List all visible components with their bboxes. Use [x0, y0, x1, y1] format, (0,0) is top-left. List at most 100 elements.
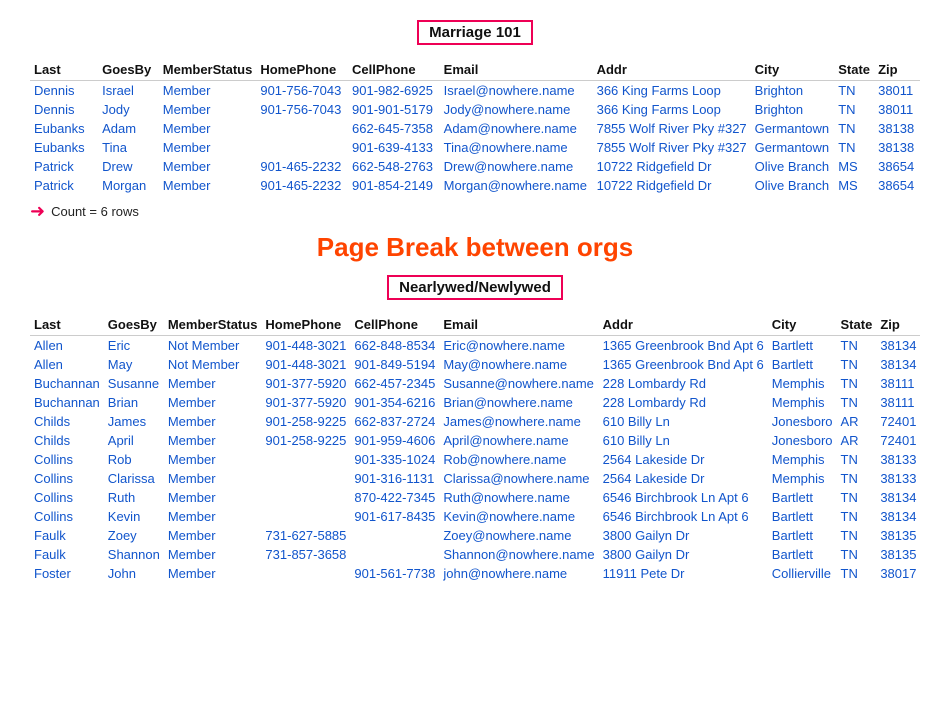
- table-row: CollinsClarissaMember901-316-1131Clariss…: [30, 469, 920, 488]
- table-cell: Jody: [98, 100, 159, 119]
- table-cell: 901-258-9225: [261, 431, 350, 450]
- table-row: FaulkZoeyMember731-627-5885Zoey@nowhere.…: [30, 526, 920, 545]
- table-cell: 38111: [876, 393, 920, 412]
- table-cell: Memphis: [768, 450, 837, 469]
- table-cell: Collins: [30, 488, 104, 507]
- table-cell: May: [104, 355, 164, 374]
- table-cell: 901-377-5920: [261, 374, 350, 393]
- table-cell: 38017: [876, 564, 920, 583]
- table-cell: TN: [837, 374, 877, 393]
- table-cell: 10722 Ridgefield Dr: [593, 157, 751, 176]
- table-cell: TN: [837, 526, 877, 545]
- table-cell: 38134: [876, 488, 920, 507]
- table-cell: Member: [164, 450, 262, 469]
- col-email-2: Email: [439, 314, 598, 336]
- table-cell: Morgan@nowhere.name: [440, 176, 593, 195]
- table-cell: Faulk: [30, 526, 104, 545]
- table-cell: [256, 138, 348, 157]
- col-homephone-1: HomePhone: [256, 59, 348, 81]
- table-cell: Ruth: [104, 488, 164, 507]
- table-cell: Kevin@nowhere.name: [439, 507, 598, 526]
- table-cell: Clarissa: [104, 469, 164, 488]
- table-cell: Member: [164, 393, 262, 412]
- table-cell: 901-448-3021: [261, 336, 350, 356]
- table-cell: Member: [164, 374, 262, 393]
- table-cell: 662-645-7358: [348, 119, 440, 138]
- table-cell: April: [104, 431, 164, 450]
- table-row: DennisIsraelMember901-756-7043901-982-69…: [30, 81, 920, 101]
- table-cell: 901-316-1131: [350, 469, 439, 488]
- table-cell: Memphis: [768, 469, 837, 488]
- table-cell: TN: [837, 564, 877, 583]
- table-cell: 10722 Ridgefield Dr: [593, 176, 751, 195]
- table-cell: Buchannan: [30, 374, 104, 393]
- table-cell: TN: [837, 450, 877, 469]
- table-cell: 7855 Wolf River Pky #327: [593, 138, 751, 157]
- table-cell: Israel@nowhere.name: [440, 81, 593, 101]
- table-cell: Member: [164, 431, 262, 450]
- table-cell: TN: [837, 545, 877, 564]
- col-goesby-2: GoesBy: [104, 314, 164, 336]
- table-cell: Bartlett: [768, 336, 837, 356]
- table-cell: 11911 Pete Dr: [599, 564, 768, 583]
- table-cell: TN: [837, 488, 877, 507]
- table-cell: TN: [837, 336, 877, 356]
- table-cell: TN: [834, 81, 874, 101]
- table-cell: Not Member: [164, 336, 262, 356]
- table-cell: 901-561-7738: [350, 564, 439, 583]
- table-cell: 6546 Birchbrook Ln Apt 6: [599, 507, 768, 526]
- table-cell: Collins: [30, 469, 104, 488]
- table-cell: 901-448-3021: [261, 355, 350, 374]
- table-cell: Brian: [104, 393, 164, 412]
- table-cell: Member: [164, 488, 262, 507]
- table-cell: Brian@nowhere.name: [439, 393, 598, 412]
- table-cell: Member: [159, 176, 257, 195]
- table-cell: 72401: [876, 431, 920, 450]
- section2-header-row: Last GoesBy MemberStatus HomePhone CellP…: [30, 314, 920, 336]
- table-cell: 610 Billy Ln: [599, 412, 768, 431]
- table-cell: Member: [164, 469, 262, 488]
- table-cell: 610 Billy Ln: [599, 431, 768, 450]
- table-cell: TN: [837, 507, 877, 526]
- table-cell: AR: [837, 412, 877, 431]
- section1-table: Last GoesBy MemberStatus HomePhone CellP…: [30, 59, 920, 195]
- table-row: BuchannanBrianMember901-377-5920901-354-…: [30, 393, 920, 412]
- table-row: PatrickDrewMember901-465-2232662-548-276…: [30, 157, 920, 176]
- table-cell: 901-335-1024: [350, 450, 439, 469]
- table-cell: Susanne@nowhere.name: [439, 374, 598, 393]
- table-cell: Member: [164, 545, 262, 564]
- table-cell: James: [104, 412, 164, 431]
- table-row: CollinsRobMember901-335-1024Rob@nowhere.…: [30, 450, 920, 469]
- table-cell: Member: [164, 507, 262, 526]
- table-cell: 228 Lombardy Rd: [599, 374, 768, 393]
- table-cell: Israel: [98, 81, 159, 101]
- table-cell: 901-258-9225: [261, 412, 350, 431]
- table-cell: Dennis: [30, 100, 98, 119]
- table-cell: Olive Branch: [751, 176, 835, 195]
- table-cell: April@nowhere.name: [439, 431, 598, 450]
- table-cell: 901-854-2149: [348, 176, 440, 195]
- table-cell: AR: [837, 431, 877, 450]
- table-cell: Tina@nowhere.name: [440, 138, 593, 157]
- table-cell: 72401: [876, 412, 920, 431]
- table-cell: 38134: [876, 355, 920, 374]
- count-text: Count = 6 rows: [51, 204, 139, 219]
- table-cell: TN: [837, 393, 877, 412]
- col-homephone-2: HomePhone: [261, 314, 350, 336]
- table-cell: 901-639-4133: [348, 138, 440, 157]
- section1-title-row: Marriage 101: [30, 20, 920, 53]
- table-cell: [261, 469, 350, 488]
- table-cell: Morgan: [98, 176, 159, 195]
- table-row: EubanksAdamMember662-645-7358Adam@nowher…: [30, 119, 920, 138]
- table-cell: Collierville: [768, 564, 837, 583]
- table-cell: 38133: [876, 469, 920, 488]
- table-row: FosterJohnMember901-561-7738john@nowhere…: [30, 564, 920, 583]
- col-zip-2: Zip: [876, 314, 920, 336]
- table-cell: 366 King Farms Loop: [593, 81, 751, 101]
- table-cell: Member: [159, 138, 257, 157]
- col-city-2: City: [768, 314, 837, 336]
- table-cell: Eubanks: [30, 119, 98, 138]
- table-cell: TN: [834, 119, 874, 138]
- table-cell: Member: [159, 157, 257, 176]
- table-cell: James@nowhere.name: [439, 412, 598, 431]
